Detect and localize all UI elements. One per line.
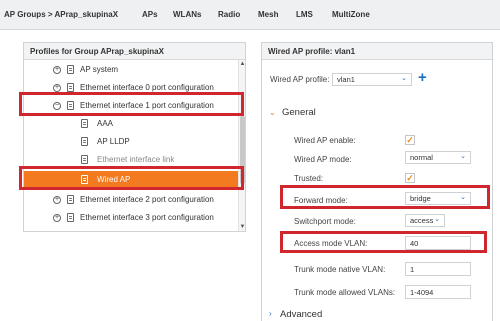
advanced-section-title[interactable]: Advanced bbox=[280, 309, 322, 320]
profile-select-label: Wired AP profile: bbox=[270, 75, 330, 84]
native-vlan-input[interactable]: 1 bbox=[405, 262, 471, 276]
tree-item-eth3[interactable]: + Ethernet interface 3 port configuratio… bbox=[24, 209, 240, 227]
document-icon bbox=[67, 101, 74, 110]
expand-icon[interactable]: + bbox=[53, 196, 61, 204]
switchport-mode-label: Switchport mode: bbox=[294, 217, 356, 226]
document-icon bbox=[81, 119, 88, 128]
allowed-vlans-label: Trunk mode allowed VLANs: bbox=[294, 288, 396, 297]
document-icon bbox=[67, 213, 74, 222]
tree-item-eth0[interactable]: + Ethernet interface 0 port configuratio… bbox=[24, 79, 240, 97]
tree-item-label: Ethernet interface link bbox=[97, 155, 175, 164]
expand-icon[interactable]: + bbox=[53, 214, 61, 222]
tab-aps[interactable]: APs bbox=[142, 10, 158, 19]
wired-ap-mode-label: Wired AP mode: bbox=[294, 155, 352, 164]
collapse-icon[interactable]: − bbox=[53, 102, 61, 110]
profiles-panel: Profiles for Group APrap_skupinaX + AP s… bbox=[23, 42, 246, 232]
tree-item-label: Wired AP bbox=[97, 175, 131, 184]
scrollbar-thumb[interactable] bbox=[240, 116, 245, 184]
wired-ap-enable-checkbox[interactable]: ✓ bbox=[405, 135, 415, 145]
forward-mode-label: Forward mode: bbox=[294, 196, 348, 205]
access-vlan-label: Access mode VLAN: bbox=[294, 239, 368, 248]
chevron-down-icon[interactable]: ⌄ bbox=[269, 108, 276, 117]
tab-mesh[interactable]: Mesh bbox=[258, 10, 278, 19]
tree-item-wired-ap[interactable]: Wired AP bbox=[24, 171, 240, 189]
general-section-title[interactable]: General bbox=[282, 107, 316, 118]
top-bar: AP Groups > APrap_skupinaX APs WLANs Rad… bbox=[0, 0, 500, 30]
expand-icon[interactable]: + bbox=[53, 84, 61, 92]
tree-item-label: Ethernet interface 2 port configuration bbox=[80, 195, 214, 204]
document-icon bbox=[67, 195, 74, 204]
tab-lms[interactable]: LMS bbox=[296, 10, 313, 19]
tab-radio[interactable]: Radio bbox=[218, 10, 240, 19]
profile-select[interactable]: vlan1 ⌄ bbox=[332, 73, 412, 86]
tree-item-eth-link[interactable]: Ethernet interface link bbox=[24, 151, 240, 169]
tree-item-label: Ethernet interface 1 port configuration bbox=[80, 101, 214, 110]
breadcrumb[interactable]: AP Groups > APrap_skupinaX bbox=[4, 10, 118, 19]
wired-ap-profile-title: Wired AP profile: vlan1 bbox=[262, 43, 492, 60]
tree-item-aaa[interactable]: AAA bbox=[24, 115, 240, 133]
forward-mode-select[interactable]: bridge ⌄ bbox=[405, 192, 471, 205]
trusted-checkbox[interactable]: ✓ bbox=[405, 173, 415, 183]
tree-item-eth1[interactable]: − Ethernet interface 1 port configuratio… bbox=[24, 97, 240, 115]
allowed-vlans-input[interactable]: 1-4094 bbox=[405, 285, 471, 299]
document-icon bbox=[81, 155, 88, 164]
document-icon bbox=[81, 175, 88, 184]
tab-wlans[interactable]: WLANs bbox=[173, 10, 201, 19]
document-icon bbox=[81, 137, 88, 146]
access-vlan-input[interactable]: 40 bbox=[405, 236, 471, 250]
chevron-right-icon[interactable]: › bbox=[269, 309, 272, 318]
tree-item-ap-lldp[interactable]: AP LLDP bbox=[24, 133, 240, 151]
scroll-down-icon[interactable]: ▼ bbox=[239, 223, 245, 231]
chevron-down-icon: ⌄ bbox=[401, 75, 407, 82]
trusted-label: Trusted: bbox=[294, 174, 324, 183]
document-icon bbox=[67, 83, 74, 92]
tree-item-label: Ethernet interface 3 port configuration bbox=[80, 213, 214, 222]
chevron-down-icon: ⌄ bbox=[460, 153, 466, 160]
tab-multizone[interactable]: MultiZone bbox=[332, 10, 370, 19]
tree-item-eth2[interactable]: + Ethernet interface 2 port configuratio… bbox=[24, 191, 240, 209]
tree-item-label: AP LLDP bbox=[97, 137, 130, 146]
wired-ap-enable-label: Wired AP enable: bbox=[294, 136, 356, 145]
add-profile-icon[interactable]: + bbox=[418, 70, 427, 85]
wired-ap-profile-panel: Wired AP profile: vlan1 Wired AP profile… bbox=[261, 42, 493, 321]
chevron-down-icon: ⌄ bbox=[460, 194, 466, 201]
chevron-down-icon: ⌄ bbox=[434, 216, 440, 223]
native-vlan-label: Trunk mode native VLAN: bbox=[294, 265, 386, 274]
profiles-scrollbar[interactable]: ▲ ▼ bbox=[238, 60, 245, 231]
tree-item-label: Ethernet interface 0 port configuration bbox=[80, 83, 214, 92]
scroll-up-icon[interactable]: ▲ bbox=[239, 60, 245, 68]
document-icon bbox=[67, 65, 74, 74]
switchport-mode-select[interactable]: access ⌄ bbox=[405, 214, 445, 227]
tree-item-ap-system[interactable]: + AP system bbox=[24, 61, 240, 79]
profiles-panel-title: Profiles for Group APrap_skupinaX bbox=[24, 43, 245, 60]
expand-icon[interactable]: + bbox=[53, 66, 61, 74]
tree-item-label: AAA bbox=[97, 119, 114, 128]
wired-ap-mode-select[interactable]: normal ⌄ bbox=[405, 151, 471, 164]
tree-item-label: AP system bbox=[80, 65, 119, 74]
